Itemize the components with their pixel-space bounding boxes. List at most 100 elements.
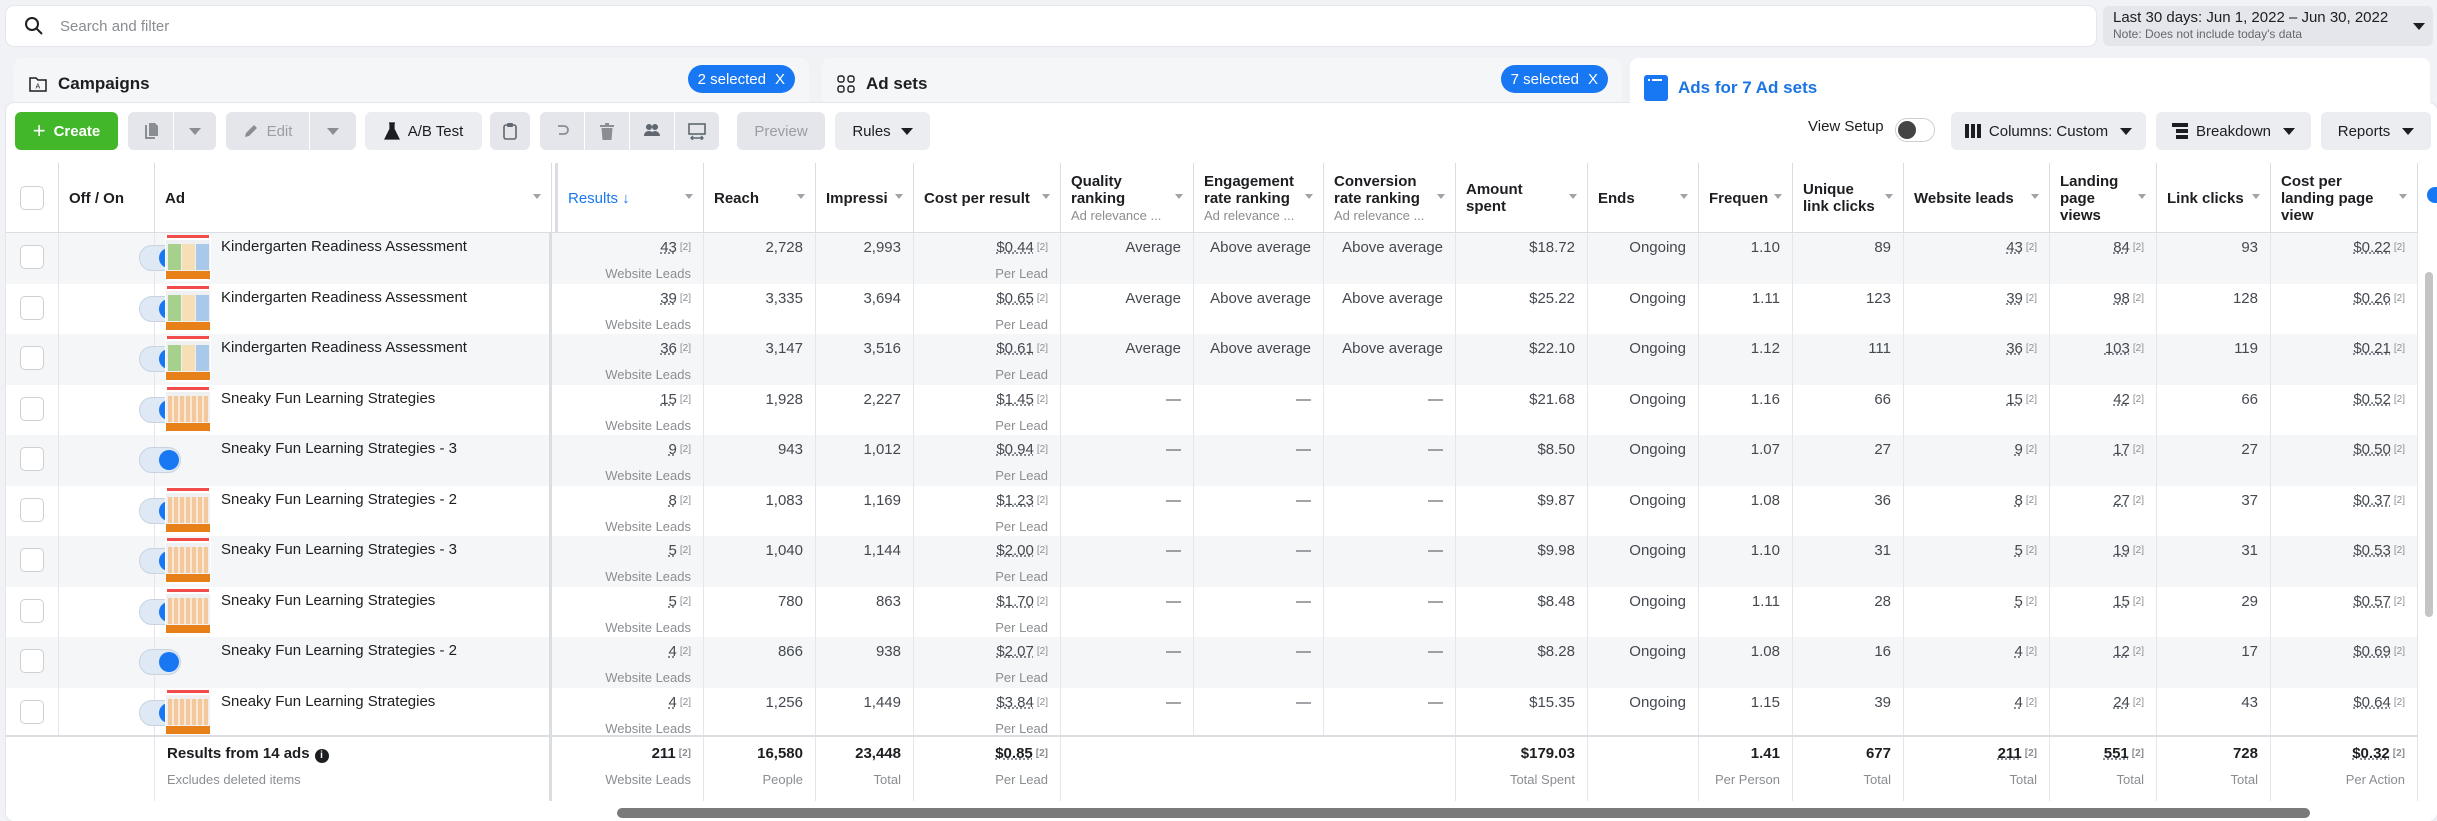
column-header-spent[interactable]: Amount spent (1456, 163, 1588, 233)
edit-dropdown[interactable] (310, 112, 356, 150)
column-header-engagement[interactable]: Engagement rate ranking Ad relevance ... (1194, 163, 1324, 233)
cell-value[interactable]: $0.37 (2353, 492, 2391, 509)
column-header-offon[interactable]: Off / On (59, 163, 155, 233)
clear-selection-icon[interactable]: X (775, 71, 785, 88)
cell-value[interactable]: 8 (669, 492, 677, 509)
create-button[interactable]: + Create (15, 112, 118, 150)
table-row[interactable]: Sneaky Fun Learning Strategies - 2 8 [2] We… (6, 485, 2418, 536)
ad-name-cell[interactable]: Sneaky Fun Learning Strategies - 3 (155, 536, 552, 587)
table-row[interactable]: Kindergarten Readiness Assessment 39 [2] We… (6, 283, 2418, 334)
row-checkbox[interactable] (20, 548, 44, 572)
cell-value[interactable]: 43 (2006, 239, 2023, 256)
ad-name-cell[interactable]: Kindergarten Readiness Assessment (155, 334, 552, 385)
clipboard-button[interactable] (490, 112, 530, 150)
ad-name[interactable]: Sneaky Fun Learning Strategies (221, 693, 435, 710)
cell-value[interactable]: 9 (669, 441, 677, 458)
column-header-ulc[interactable]: Unique link clicks (1793, 163, 1904, 233)
ad-name[interactable]: Sneaky Fun Learning Strategies (221, 592, 435, 609)
preview-button[interactable]: Preview (737, 112, 825, 150)
row-checkbox[interactable] (20, 699, 44, 724)
sort-caret-icon[interactable] (2252, 194, 2260, 199)
sort-caret-icon[interactable] (797, 194, 805, 199)
horizontal-scrollbar[interactable] (617, 808, 2310, 818)
column-header-ad[interactable]: Ad (155, 163, 552, 233)
ad-thumbnail[interactable] (165, 235, 211, 281)
cell-value[interactable]: 5 (669, 542, 677, 559)
cell-value[interactable]: 39 (660, 290, 677, 307)
ad-thumbnail[interactable] (165, 386, 211, 433)
column-header-impressions[interactable]: Impressi (816, 163, 914, 233)
row-checkbox[interactable] (20, 598, 44, 623)
table-row[interactable]: Sneaky Fun Learning Strategies 4 [2] Websit… (6, 687, 2418, 738)
ad-name-cell[interactable]: Sneaky Fun Learning Strategies - 3 (155, 435, 552, 486)
search-input[interactable]: Search and filter (60, 18, 169, 35)
column-header-cpr[interactable]: Cost per result (914, 163, 1061, 233)
vertical-scrollbar[interactable] (2425, 272, 2433, 617)
sort-caret-icon[interactable] (1305, 194, 1313, 199)
table-row[interactable]: Sneaky Fun Learning Strategies - 2 4 [2] We… (6, 637, 2418, 688)
sort-caret-icon[interactable] (533, 194, 541, 199)
columns-button[interactable]: Columns: Custom (1951, 112, 2146, 150)
cell-value[interactable]: 24 (2113, 694, 2130, 711)
cell-value[interactable]: 42 (2113, 391, 2130, 408)
cell-value[interactable]: $0.57 (2353, 593, 2391, 610)
ad-thumbnail[interactable] (165, 538, 211, 584)
cell-value[interactable]: 27 (2113, 492, 2130, 509)
cell-value[interactable]: 15 (2006, 391, 2023, 408)
export-button[interactable] (675, 112, 719, 150)
edit-button[interactable]: Edit (226, 112, 309, 150)
cell-value[interactable]: 5 (669, 593, 677, 610)
table-row[interactable]: Kindergarten Readiness Assessment 43 [2] We… (6, 233, 2418, 284)
cell-value[interactable]: 15 (2113, 593, 2130, 610)
ad-thumbnail[interactable] (165, 336, 211, 382)
tab-ads[interactable]: Ads for 7 Ad sets (1630, 58, 2430, 118)
selected-badge[interactable]: 7 selected X (1500, 65, 1608, 93)
sort-caret-icon[interactable] (895, 194, 903, 199)
ad-name[interactable]: Kindergarten Readiness Assessment (221, 289, 467, 306)
add-column-icon[interactable] (2427, 187, 2437, 203)
cell-value[interactable]: 5 (2015, 542, 2023, 559)
sort-caret-icon[interactable] (1885, 194, 1893, 199)
ad-name[interactable]: Sneaky Fun Learning Strategies - 2 (221, 642, 457, 659)
ad-name-cell[interactable]: Sneaky Fun Learning Strategies - 2 (155, 485, 552, 536)
cell-value[interactable]: $0.44 (996, 239, 1034, 256)
duplicate-dropdown[interactable] (174, 112, 216, 150)
cell-value[interactable]: $1.45 (996, 391, 1034, 408)
ad-name-cell[interactable]: Sneaky Fun Learning Strategies - 2 (155, 637, 552, 688)
cell-value[interactable]: $0.64 (2353, 694, 2391, 711)
cell-value[interactable]: $0.50 (2353, 441, 2391, 458)
selected-badge[interactable]: 2 selected X (687, 65, 795, 93)
ad-name[interactable]: Sneaky Fun Learning Strategies (221, 390, 435, 407)
view-setup-toggle[interactable] (1895, 118, 1935, 142)
cell-value[interactable]: 8 (2015, 492, 2023, 509)
ad-name[interactable]: Sneaky Fun Learning Strategies - 3 (221, 541, 457, 558)
cell-value[interactable]: $0.65 (996, 290, 1034, 307)
table-row[interactable]: Sneaky Fun Learning Strategies 15 [2] Websi… (6, 384, 2418, 435)
row-checkbox[interactable] (20, 497, 44, 522)
sort-caret-icon[interactable] (2031, 194, 2039, 199)
row-checkbox[interactable] (20, 447, 44, 471)
ad-name-cell[interactable]: Kindergarten Readiness Assessment (155, 233, 552, 284)
cell-value[interactable]: 12 (2113, 643, 2130, 660)
delete-button[interactable] (585, 112, 629, 150)
row-checkbox[interactable] (20, 346, 44, 370)
cell-value[interactable]: $0.94 (996, 441, 1034, 458)
select-all-checkbox[interactable] (20, 186, 44, 210)
column-header-conversion[interactable]: Conversion rate ranking Ad relevance ... (1324, 163, 1456, 233)
cell-value[interactable]: 9 (2015, 441, 2023, 458)
ad-thumbnail[interactable] (165, 588, 211, 635)
ad-name[interactable]: Kindergarten Readiness Assessment (221, 238, 467, 255)
ad-thumbnail[interactable] (165, 487, 211, 534)
sort-caret-icon[interactable] (1175, 194, 1183, 199)
cell-value[interactable]: 43 (660, 239, 677, 256)
sort-caret-icon[interactable] (2399, 194, 2407, 199)
cell-value[interactable]: $1.70 (996, 593, 1034, 610)
sort-caret-icon[interactable] (1437, 194, 1445, 199)
cell-value[interactable]: 4 (669, 643, 677, 660)
cell-value[interactable]: 4 (669, 694, 677, 711)
row-checkbox[interactable] (20, 649, 44, 673)
cell-value[interactable]: $0.21 (2353, 340, 2391, 357)
duplicate-button[interactable] (128, 112, 173, 150)
audience-button[interactable] (630, 112, 674, 150)
column-header-results[interactable]: Results ↓ (555, 163, 704, 233)
